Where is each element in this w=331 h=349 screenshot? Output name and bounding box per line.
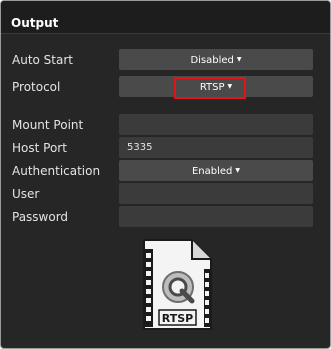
auto-start-dropdown[interactable]: Disabled ▼ [119, 49, 313, 70]
host-port-row: Host Port 5335 [1, 137, 330, 159]
mount-point-label: Mount Point [12, 118, 84, 132]
authentication-label: Authentication [12, 164, 101, 178]
protocol-row: Protocol RTSP ▼ [1, 76, 330, 98]
host-port-label: Host Port [12, 141, 67, 155]
panel-header: Output [1, 1, 330, 34]
output-panel: Output Auto Start Disabled ▼ Protocol RTS… [0, 0, 331, 349]
protocol-label: Protocol [12, 80, 61, 94]
mount-point-row: Mount Point [1, 114, 330, 136]
rtsp-icon-label: RTSP [162, 312, 193, 325]
authentication-row: Authentication Enabled ▼ [1, 160, 330, 182]
password-input[interactable] [119, 206, 313, 227]
user-label: User [12, 187, 40, 201]
caret-down-icon: ▼ [236, 56, 242, 63]
authentication-value: Enabled [191, 166, 233, 177]
caret-down-icon: ▼ [235, 167, 241, 174]
panel-title: Output [11, 16, 59, 30]
password-row: Password [1, 206, 330, 228]
protocol-highlight-box [174, 77, 246, 99]
auto-start-row: Auto Start Disabled ▼ [1, 49, 330, 71]
user-row: User [1, 183, 330, 205]
auto-start-label: Auto Start [12, 53, 73, 67]
auto-start-value: Disabled [190, 55, 234, 66]
password-label: Password [12, 210, 69, 224]
user-input[interactable] [119, 183, 313, 204]
rtsp-file-icon: RTSP [143, 239, 212, 330]
authentication-dropdown[interactable]: Enabled ▼ [119, 160, 313, 181]
quicktime-logo-icon [162, 271, 195, 304]
mount-point-input[interactable] [119, 114, 313, 135]
host-port-input[interactable]: 5335 [119, 137, 313, 158]
